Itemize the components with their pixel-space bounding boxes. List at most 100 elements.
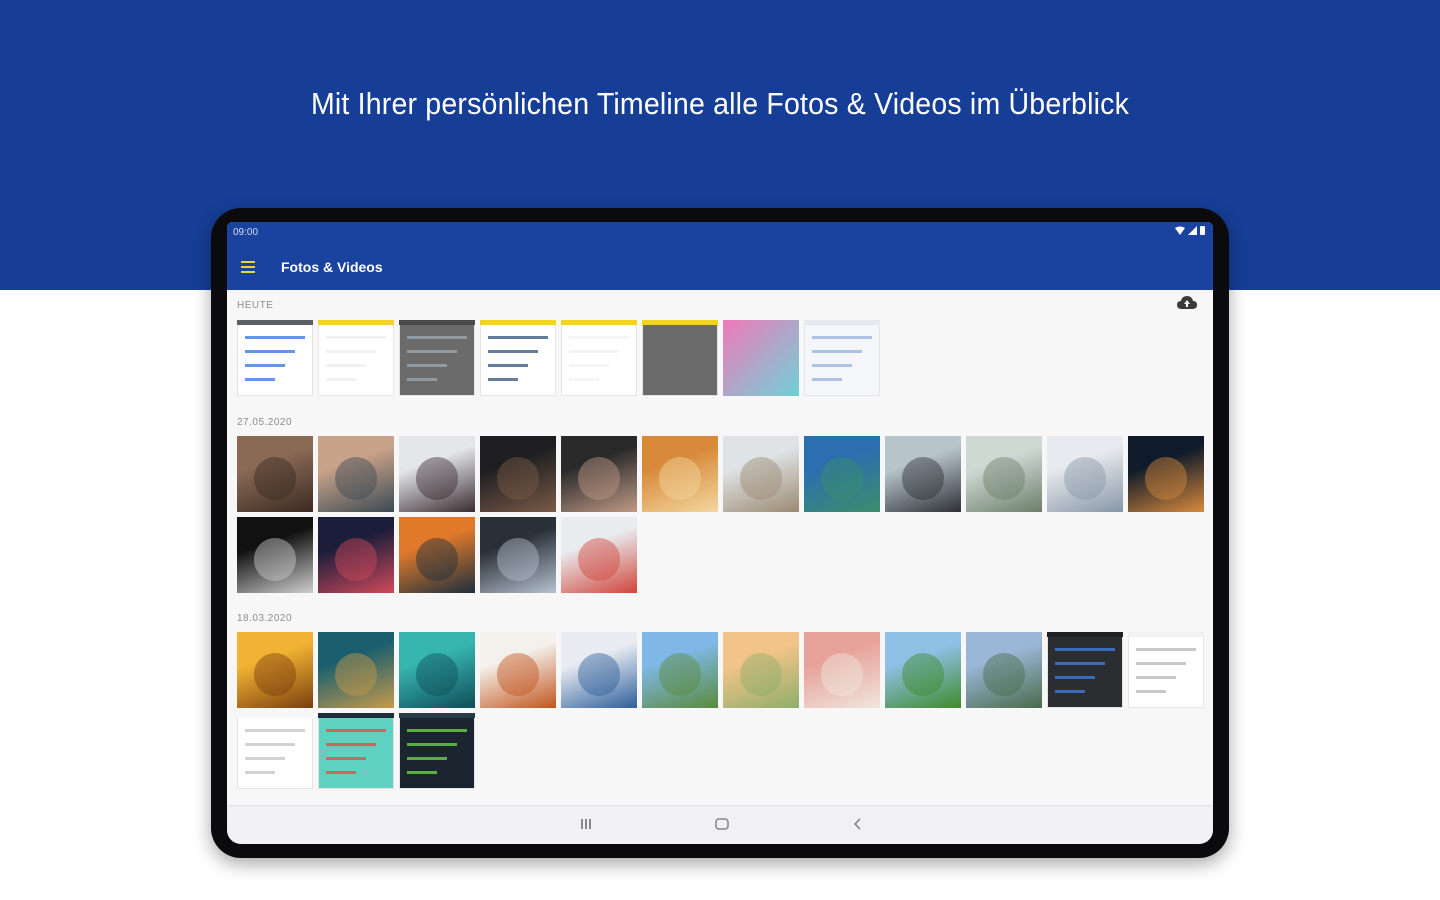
photo-subject xyxy=(577,457,621,500)
media-thumbnail[interactable] xyxy=(966,632,1042,708)
photo-subject xyxy=(253,457,297,500)
photo-subject xyxy=(1144,457,1188,500)
app-bar: Fotos & Videos xyxy=(227,244,1213,290)
screenshot-line xyxy=(569,350,619,353)
hamburger-menu-icon[interactable] xyxy=(241,261,255,273)
media-thumbnail[interactable] xyxy=(723,436,799,512)
photo-subject xyxy=(982,457,1026,500)
media-thumbnail[interactable] xyxy=(480,436,556,512)
screenshot-line xyxy=(1136,648,1196,651)
thumbnail-grid-2705 xyxy=(237,436,1204,593)
screenshot-header xyxy=(399,713,475,718)
media-thumbnail[interactable] xyxy=(1047,436,1123,512)
media-thumbnail[interactable] xyxy=(642,632,718,708)
status-time: 09:00 xyxy=(233,227,259,238)
photo-subject xyxy=(658,457,702,500)
media-thumbnail[interactable] xyxy=(804,436,880,512)
screenshot-line xyxy=(326,378,356,381)
media-thumbnail[interactable] xyxy=(237,517,313,593)
screenshot-line xyxy=(488,350,538,353)
screenshot-line xyxy=(407,364,447,367)
signal-icon xyxy=(1188,226,1197,235)
tablet-frame: 09:00 Fotos & Videos HEUTE 27.05.2020 18… xyxy=(211,208,1229,858)
screenshot-header xyxy=(237,320,313,325)
screenshot-line xyxy=(569,378,599,381)
media-thumbnail[interactable] xyxy=(966,436,1042,512)
media-thumbnail[interactable] xyxy=(318,632,394,708)
thumbnail-grid-today xyxy=(237,320,1204,396)
photo-subject xyxy=(415,457,459,500)
media-thumbnail[interactable] xyxy=(804,632,880,708)
screenshot-line xyxy=(326,771,356,774)
media-thumbnail[interactable] xyxy=(237,632,313,708)
screenshot-line xyxy=(326,729,386,732)
cloud-upload-icon[interactable] xyxy=(1177,296,1197,310)
media-thumbnail[interactable] xyxy=(561,632,637,708)
media-thumbnail[interactable] xyxy=(885,436,961,512)
media-thumbnail[interactable] xyxy=(480,517,556,593)
media-thumbnail[interactable] xyxy=(399,517,475,593)
screenshot-header xyxy=(399,320,475,325)
media-thumbnail[interactable] xyxy=(1128,632,1204,708)
screenshot-header xyxy=(804,320,880,325)
screenshot-line xyxy=(1055,676,1095,679)
screenshot-header xyxy=(318,713,394,718)
photo-subject xyxy=(577,653,621,696)
screenshot-line xyxy=(245,729,305,732)
screenshot-line xyxy=(488,336,548,339)
photo-subject xyxy=(820,653,864,696)
screenshot-line xyxy=(245,364,285,367)
photo-subject xyxy=(415,538,459,581)
media-thumbnail[interactable] xyxy=(480,632,556,708)
screenshot-line xyxy=(650,336,710,339)
screenshot-line xyxy=(326,757,366,760)
media-thumbnail[interactable] xyxy=(1047,632,1123,708)
media-thumbnail[interactable] xyxy=(399,436,475,512)
hero-headline: Mit Ihrer persönlichen Timeline alle Fot… xyxy=(310,86,1130,121)
tablet-screen: 09:00 Fotos & Videos HEUTE 27.05.2020 18… xyxy=(227,222,1213,844)
media-thumbnail[interactable] xyxy=(480,320,556,396)
media-thumbnail[interactable] xyxy=(399,632,475,708)
back-icon[interactable] xyxy=(851,816,865,832)
photo-subject xyxy=(739,457,783,500)
system-nav-bar xyxy=(227,805,1213,844)
media-thumbnail[interactable] xyxy=(318,320,394,396)
screenshot-line xyxy=(1136,676,1176,679)
media-thumbnail[interactable] xyxy=(561,436,637,512)
media-thumbnail[interactable] xyxy=(399,713,475,789)
media-thumbnail[interactable] xyxy=(885,632,961,708)
screenshot-line xyxy=(245,336,305,339)
media-thumbnail[interactable] xyxy=(399,320,475,396)
media-thumbnail[interactable] xyxy=(723,632,799,708)
screenshot-header xyxy=(318,320,394,325)
screenshot-header xyxy=(642,320,718,325)
media-thumbnail[interactable] xyxy=(561,517,637,593)
photo-subject xyxy=(982,653,1026,696)
media-thumbnail[interactable] xyxy=(237,320,313,396)
media-thumbnail[interactable] xyxy=(642,320,718,396)
media-thumbnail[interactable] xyxy=(318,436,394,512)
media-thumbnail[interactable] xyxy=(561,320,637,396)
section-label-1803: 18.03.2020 xyxy=(237,613,293,624)
screenshot-line xyxy=(326,350,376,353)
recent-apps-icon[interactable] xyxy=(579,816,593,832)
timeline-content[interactable]: HEUTE 27.05.2020 18.03.2020 xyxy=(227,290,1213,800)
screenshot-line xyxy=(650,364,690,367)
section-label-today: HEUTE xyxy=(237,300,274,311)
home-icon[interactable] xyxy=(714,816,730,832)
media-thumbnail[interactable] xyxy=(723,320,799,396)
screenshot-line xyxy=(245,350,295,353)
photo-subject xyxy=(253,653,297,696)
media-thumbnail[interactable] xyxy=(318,713,394,789)
media-thumbnail[interactable] xyxy=(1128,436,1204,512)
media-thumbnail[interactable] xyxy=(318,517,394,593)
media-thumbnail[interactable] xyxy=(642,436,718,512)
media-thumbnail[interactable] xyxy=(237,713,313,789)
photo-subject xyxy=(901,457,945,500)
photo-subject xyxy=(658,653,702,696)
screenshot-line xyxy=(1055,662,1105,665)
photo-subject xyxy=(901,653,945,696)
media-thumbnail[interactable] xyxy=(804,320,880,396)
media-thumbnail[interactable] xyxy=(237,436,313,512)
screenshot-line xyxy=(326,336,386,339)
